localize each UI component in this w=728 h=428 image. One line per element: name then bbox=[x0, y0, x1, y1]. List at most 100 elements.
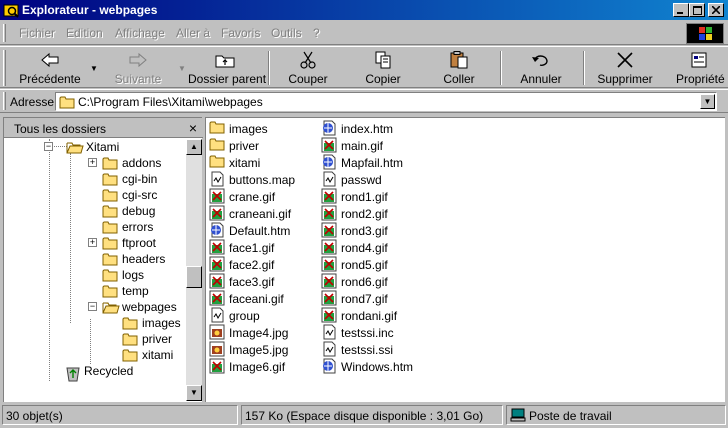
toolbar-separator bbox=[500, 51, 502, 85]
file-name: priver bbox=[229, 139, 260, 153]
title-bar[interactable]: Explorateur - webpages bbox=[0, 0, 728, 20]
folders-pane-close-button[interactable]: × bbox=[189, 120, 197, 136]
addressbar-grip[interactable] bbox=[3, 92, 6, 110]
undo-label: Annuler bbox=[520, 72, 562, 86]
address-dropdown-button[interactable]: ▼ bbox=[700, 94, 715, 109]
image-icon bbox=[209, 290, 225, 306]
folders-scrollbar[interactable]: ▲ ▼ bbox=[186, 139, 202, 401]
parent-folder-label: Dossier parent bbox=[188, 72, 267, 86]
menu-help[interactable]: ? bbox=[313, 26, 320, 40]
window-title: Explorateur - webpages bbox=[22, 3, 158, 17]
undo-icon bbox=[532, 55, 548, 66]
undo-button[interactable]: Annuler bbox=[513, 49, 569, 87]
delete-button[interactable]: Supprimer bbox=[594, 49, 656, 87]
maximize-button[interactable] bbox=[689, 3, 705, 17]
parent-folder-button[interactable]: Dossier parent bbox=[188, 49, 267, 87]
forward-dropdown-arrow[interactable]: ▼ bbox=[178, 64, 186, 73]
image-icon bbox=[209, 256, 225, 272]
file-name: Image6.gif bbox=[229, 360, 286, 374]
file-icon bbox=[323, 324, 336, 340]
cut-button[interactable]: Couper bbox=[280, 49, 336, 87]
copy-button[interactable]: Copier bbox=[355, 49, 411, 87]
back-button[interactable]: Précédente bbox=[16, 49, 84, 87]
folder-icon bbox=[102, 285, 118, 298]
toolbar: Précédente ▼ Suivante ▼ Dossier parent C… bbox=[0, 46, 728, 88]
menu-aller-a[interactable]: Aller à bbox=[176, 26, 210, 40]
menu-favoris[interactable]: Favoris bbox=[221, 26, 260, 40]
image-icon bbox=[321, 205, 337, 221]
status-object-count: 30 objet(s) bbox=[2, 405, 238, 425]
folder-icon bbox=[209, 138, 225, 151]
open-folder-icon bbox=[66, 142, 84, 154]
file-name: rondani.gif bbox=[341, 309, 398, 323]
file-name: Windows.htm bbox=[341, 360, 414, 374]
file-name: group bbox=[229, 309, 260, 323]
status-bar: 30 objet(s) 157 Ko (Espace disque dispon… bbox=[0, 404, 728, 428]
collapse-toggle[interactable]: − bbox=[44, 142, 53, 151]
file-icon bbox=[211, 171, 224, 187]
menu-fichier[interactable]: Fichier bbox=[19, 26, 55, 40]
properties-button[interactable]: Propriété bbox=[670, 49, 728, 87]
image-icon bbox=[321, 307, 337, 323]
file-name: faceani.gif bbox=[229, 292, 284, 306]
scroll-up-button[interactable]: ▲ bbox=[186, 139, 202, 155]
forward-button[interactable]: Suivante bbox=[104, 49, 172, 87]
image-icon bbox=[321, 188, 337, 204]
scroll-down-button[interactable]: ▼ bbox=[186, 385, 202, 401]
folders-pane-header: Tous les dossiers × bbox=[4, 118, 203, 138]
file-name: Image5.jpg bbox=[229, 343, 289, 357]
file-name: face3.gif bbox=[229, 275, 275, 289]
file-name: Default.htm bbox=[229, 224, 291, 238]
expand-toggle[interactable]: + bbox=[88, 158, 97, 167]
image-icon bbox=[209, 205, 225, 221]
folder-icon bbox=[209, 155, 225, 168]
file-name: rond5.gif bbox=[341, 258, 388, 272]
folders-pane-title: Tous les dossiers bbox=[14, 122, 107, 136]
image-icon bbox=[209, 188, 225, 204]
tree-line bbox=[90, 319, 91, 364]
cut-label: Couper bbox=[288, 72, 328, 86]
image-icon bbox=[321, 256, 337, 272]
collapse-toggle[interactable]: − bbox=[88, 302, 97, 311]
menu-bar: Fichier Edition Affichage Aller à Favori… bbox=[0, 21, 728, 45]
paste-button[interactable]: Coller bbox=[431, 49, 487, 87]
folder-icon bbox=[59, 96, 75, 109]
folder-icon bbox=[122, 349, 138, 362]
file-name: Mapfail.htm bbox=[341, 156, 404, 170]
menu-outils[interactable]: Outils bbox=[271, 26, 302, 40]
folder-icon bbox=[102, 189, 118, 202]
image-icon bbox=[209, 273, 225, 289]
menu-edition[interactable]: Edition bbox=[66, 26, 103, 40]
tree-line bbox=[49, 139, 50, 381]
html-icon bbox=[323, 120, 336, 136]
address-field[interactable]: C:\Program Files\Xitami\webpages ▼ bbox=[55, 92, 717, 111]
explorer-window: Explorateur - webpages Fichier Edition A… bbox=[0, 0, 728, 428]
scroll-thumb[interactable] bbox=[186, 266, 202, 288]
file-name: rond3.gif bbox=[341, 224, 388, 238]
file-name: main.gif bbox=[341, 139, 384, 153]
address-bar: Adresse C:\Program Files\Xitami\webpages… bbox=[0, 89, 728, 113]
copy-icon bbox=[375, 51, 391, 69]
close-button[interactable] bbox=[708, 3, 724, 17]
folder-icon bbox=[102, 269, 118, 282]
file-name: Image4.jpg bbox=[229, 326, 289, 340]
address-value: C:\Program Files\Xitami\webpages bbox=[78, 95, 263, 109]
file-name: testssi.inc bbox=[341, 326, 394, 340]
minimize-button[interactable] bbox=[673, 3, 689, 17]
back-dropdown-arrow[interactable]: ▼ bbox=[90, 64, 98, 73]
computer-icon bbox=[510, 408, 526, 422]
expand-toggle[interactable]: + bbox=[88, 238, 97, 247]
image-icon bbox=[321, 290, 337, 306]
image-icon bbox=[321, 273, 337, 289]
file-name: xitami bbox=[229, 156, 261, 170]
file-name: rond6.gif bbox=[341, 275, 388, 289]
toolbar-grip[interactable] bbox=[3, 50, 6, 86]
file-name: rond4.gif bbox=[341, 241, 388, 255]
jpg-icon bbox=[209, 341, 225, 357]
folder-icon bbox=[209, 121, 225, 134]
status-location: Poste de travail bbox=[506, 405, 726, 425]
menubar-grip[interactable] bbox=[3, 24, 6, 42]
paste-icon bbox=[450, 51, 468, 69]
folder-icon bbox=[102, 221, 118, 234]
menu-affichage[interactable]: Affichage bbox=[115, 26, 165, 40]
